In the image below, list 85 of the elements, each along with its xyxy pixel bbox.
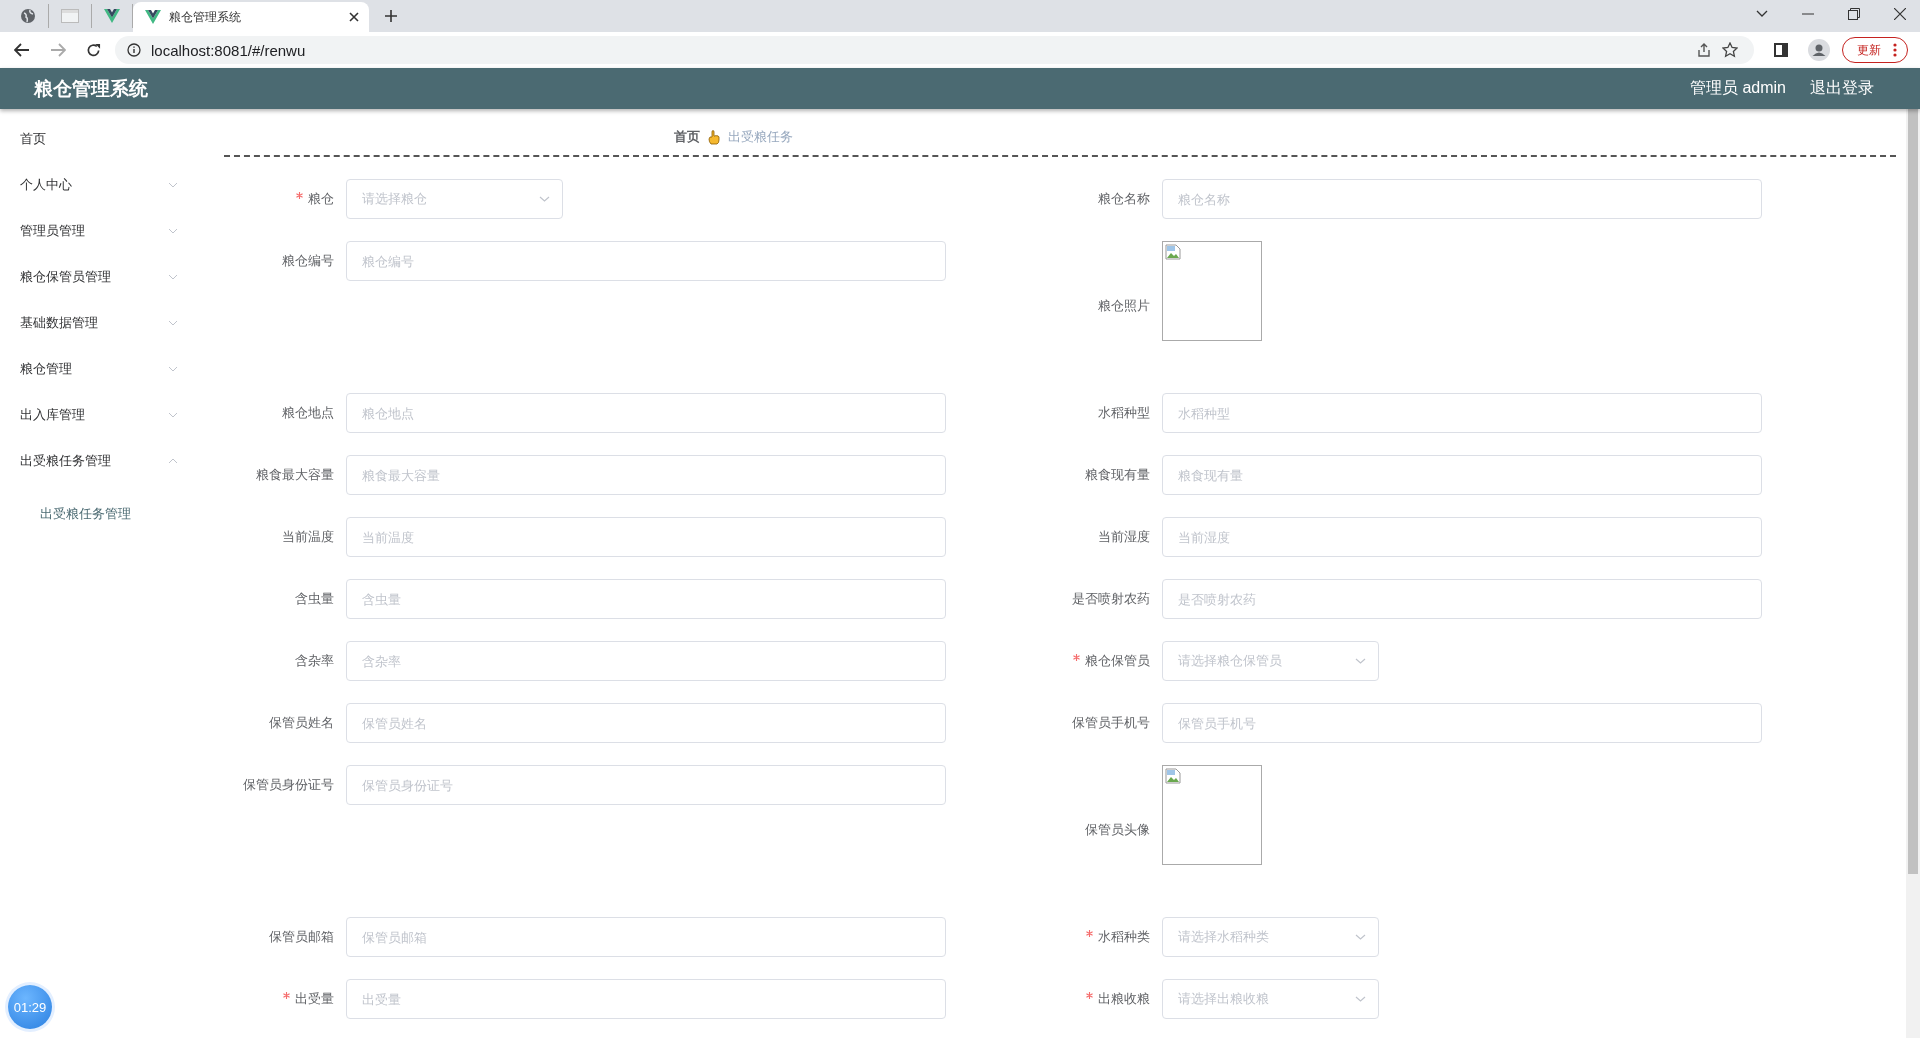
- field-label: 保管员邮箱: [268, 928, 334, 946]
- chevron-down-icon: [539, 196, 550, 202]
- close-icon[interactable]: [1894, 8, 1906, 20]
- input-field[interactable]: 保管员身份证号: [346, 765, 946, 805]
- chevron-down-icon: [1355, 934, 1366, 940]
- globe-icon: [20, 8, 36, 24]
- field-label: 粮仓名称: [1097, 190, 1150, 208]
- field-label: 粮仓地点: [281, 404, 334, 422]
- share-icon[interactable]: [1696, 42, 1712, 58]
- app-title: 粮仓管理系统: [34, 76, 148, 101]
- page-icon: [61, 9, 79, 23]
- browser-tab[interactable]: 粮仓管理系统: [133, 2, 369, 32]
- chevron-down-icon: [1355, 996, 1366, 1002]
- asterisk-icon: [296, 192, 303, 199]
- field-label: 保管员手机号: [1071, 714, 1150, 732]
- broken-image-icon: [1165, 768, 1181, 784]
- field-label: 水稻种类: [1040, 928, 1150, 946]
- chevron-down-icon: [168, 274, 178, 280]
- field-label: 含杂率: [294, 652, 334, 670]
- field-label: 保管员身份证号: [242, 776, 334, 794]
- more-icon: [1893, 43, 1897, 57]
- field-label: 当前温度: [281, 528, 334, 546]
- side-panel-icon[interactable]: [1774, 43, 1788, 57]
- star-icon[interactable]: [1722, 42, 1738, 58]
- input-field[interactable]: 粮食现有量: [1162, 455, 1762, 495]
- field-label: 出粮收粮: [1040, 990, 1150, 1008]
- vue-logo-icon: [104, 9, 120, 23]
- address-field[interactable]: localhost:8081/#/renwu: [115, 36, 1754, 64]
- input-field[interactable]: 粮仓名称: [1162, 179, 1762, 219]
- field-label: 粮仓保管员: [1040, 652, 1150, 670]
- chevron-up-icon: [168, 458, 178, 464]
- chevron-down-icon[interactable]: [1756, 10, 1768, 18]
- input-field[interactable]: 当前温度: [346, 517, 946, 557]
- back-icon[interactable]: [14, 43, 30, 57]
- breadcrumb-home[interactable]: 首页: [674, 128, 700, 146]
- timer-badge: 01:29: [8, 985, 52, 1029]
- broken-image-icon: [1165, 244, 1181, 260]
- field-label: 粮仓照片: [1097, 297, 1150, 315]
- update-button[interactable]: 更新: [1842, 37, 1908, 63]
- asterisk-icon: [1086, 930, 1093, 937]
- input-field[interactable]: 是否喷射农药: [1162, 579, 1762, 619]
- chevron-down-icon: [168, 412, 178, 418]
- profile-icon[interactable]: [1808, 39, 1830, 61]
- info-icon: [127, 43, 141, 57]
- close-icon[interactable]: [349, 12, 359, 22]
- new-tab-icon[interactable]: [385, 10, 397, 22]
- logout-link[interactable]: 退出登录: [1810, 78, 1874, 99]
- input-field[interactable]: 粮食最大容量: [346, 455, 946, 495]
- field-label: 含虫量: [294, 590, 334, 608]
- input-field[interactable]: 保管员邮箱: [346, 917, 946, 957]
- input-field[interactable]: 出受量: [346, 979, 946, 1019]
- input-field[interactable]: 含虫量: [346, 579, 946, 619]
- field-label: 粮仓: [224, 190, 334, 208]
- reload-icon[interactable]: [86, 42, 101, 58]
- chevron-down-icon: [1355, 658, 1366, 664]
- field-label: 水稻种型: [1097, 404, 1150, 422]
- input-field[interactable]: 水稻种型: [1162, 393, 1762, 433]
- user-name: 管理员 admin: [1689, 78, 1786, 98]
- field-label: 粮仓编号: [281, 252, 334, 270]
- input-field[interactable]: 当前湿度: [1162, 517, 1762, 557]
- restore-icon[interactable]: [1848, 8, 1860, 20]
- input-field[interactable]: 粮仓地点: [346, 393, 946, 433]
- chevron-down-icon: [168, 182, 178, 188]
- chevron-down-icon: [168, 320, 178, 326]
- hand-icon: [708, 129, 720, 145]
- input-field[interactable]: 保管员手机号: [1162, 703, 1762, 743]
- input-field[interactable]: 含杂率: [346, 641, 946, 681]
- field-label: 出受量: [224, 990, 334, 1008]
- input-field[interactable]: 保管员姓名: [346, 703, 946, 743]
- field-label: 粮食现有量: [1084, 466, 1150, 484]
- asterisk-icon: [1086, 992, 1093, 999]
- field-label: 保管员头像: [1084, 821, 1150, 839]
- field-label: 粮食最大容量: [255, 466, 334, 484]
- chevron-down-icon: [168, 228, 178, 234]
- sidebar-subitem[interactable]: 出受粮任务管理: [0, 489, 200, 539]
- breadcrumb-current: 出受粮任务: [728, 128, 793, 146]
- scrollbar[interactable]: [1908, 109, 1918, 874]
- input-field[interactable]: 粮仓编号: [346, 241, 946, 281]
- vue-logo-icon: [145, 10, 161, 24]
- asterisk-icon: [283, 992, 290, 999]
- asterisk-icon: [1073, 654, 1080, 661]
- field-label: 是否喷射农药: [1071, 590, 1150, 608]
- field-label: 当前湿度: [1097, 528, 1150, 546]
- chevron-down-icon: [168, 366, 178, 372]
- field-label: 保管员姓名: [268, 714, 334, 732]
